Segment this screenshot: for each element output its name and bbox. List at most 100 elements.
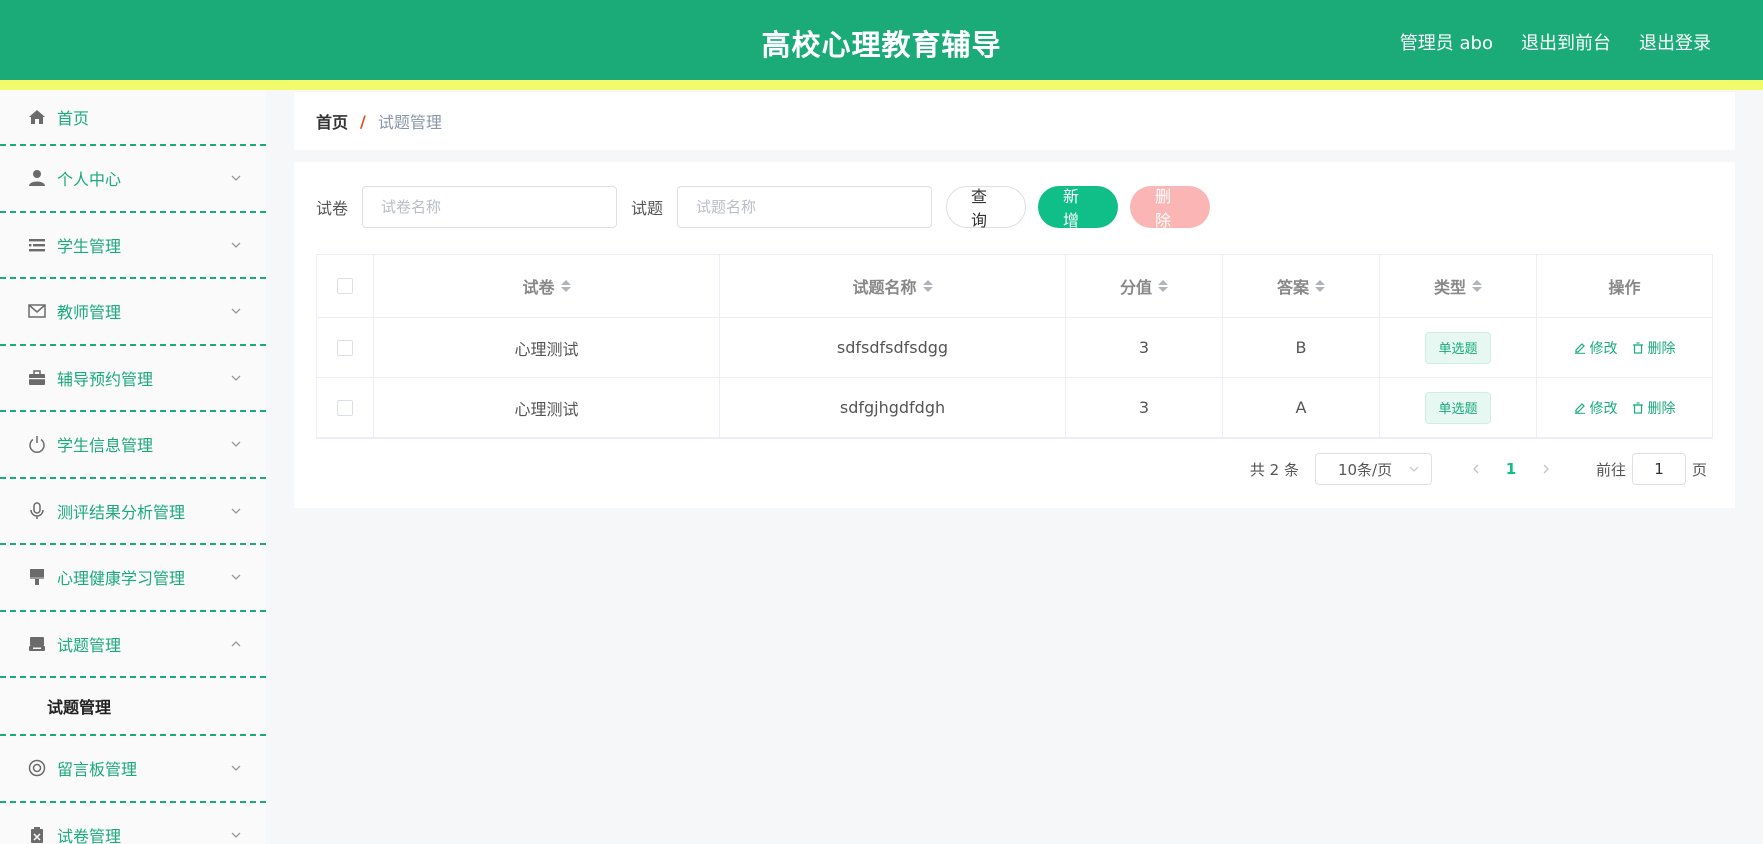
sidebar-item-teacher-management[interactable]: 教师管理 [0,279,266,346]
table-header-row: 试卷 试题名称 分值 答案 类型 操作 [317,255,1712,318]
sidebar-item-label: 首页 [57,109,90,128]
next-page-button[interactable] [1528,464,1564,474]
header-accent-stripe [0,80,1763,90]
paper-label: 试卷 [316,199,349,218]
logout-link[interactable]: 退出登录 [1639,29,1711,55]
list-icon [27,235,47,255]
row-checkbox[interactable] [337,399,353,416]
cell-answer: A [1223,378,1380,437]
cell-score: 3 [1066,318,1223,377]
page-size-select[interactable]: 10条/页 [1314,453,1432,485]
table-row: 心理测试 sdfgjhgdfdgh 3 A 单选题 修改 删除 [317,378,1712,438]
sidebar-item-mental-health-learning[interactable]: 心理健康学习管理 [0,545,266,612]
mail-icon [27,301,47,321]
cell-paper: 心理测试 [374,378,720,437]
sidebar-item-student-management[interactable]: 学生管理 [0,213,266,279]
sort-icon [1315,280,1325,292]
type-tag: 单选题 [1425,331,1491,364]
clipboard-icon [27,825,47,844]
question-label: 试题 [631,199,664,218]
sidebar-item-label: 教师管理 [57,303,122,323]
page-suffix: 页 [1691,460,1707,479]
chevron-down-icon [231,175,241,182]
add-button[interactable]: 新增 [1038,186,1119,230]
breadcrumb-current: 试题管理 [377,113,442,132]
chevron-down-icon [231,765,241,772]
power-icon [27,434,47,454]
edit-icon [1574,342,1585,354]
chevron-down-icon [231,574,241,581]
sidebar-item-counseling-appointment[interactable]: 辅导预约管理 [0,346,266,412]
column-header-question[interactable]: 试题名称 [720,255,1066,317]
chevron-up-icon [231,640,241,647]
column-header-paper[interactable]: 试卷 [374,255,720,317]
content-card: 试卷 试题 查询 新增 删除 试卷 试题名称 分值 答案 类型 操作 心理测试 … [294,162,1735,508]
chevron-down-icon [231,508,241,514]
home-icon [27,107,47,127]
lifebuoy-icon [27,758,47,778]
sort-icon [560,280,571,292]
cell-paper: 心理测试 [374,318,720,377]
total-count: 共 2 条 [1249,460,1299,479]
edit-button[interactable]: 修改 [1574,398,1618,418]
edit-icon [1574,402,1585,414]
sidebar-item-label: 测评结果分析管理 [57,502,186,522]
sidebar-item-personal-center[interactable]: 个人中心 [0,146,266,213]
sidebar-item-message-board[interactable]: 留言板管理 [0,736,266,803]
delete-button[interactable]: 删除 [1632,398,1676,418]
top-header: 高校心理教育辅导 管理员 abo 退出到前台 退出登录 [0,0,1763,80]
briefcase-icon [27,368,47,388]
column-header-score[interactable]: 分值 [1066,255,1223,317]
sidebar-item-label: 心理健康学习管理 [57,569,186,589]
table-row: 心理测试 sdfsdfsdfsdgg 3 B 单选题 修改 删除 [317,318,1712,378]
goto-label: 前往 [1595,460,1626,479]
sidebar-item-question-management[interactable]: 试题管理 [0,612,266,678]
column-header-type[interactable]: 类型 [1380,255,1537,317]
user-icon [27,168,47,188]
delete-button[interactable]: 删除 [1632,338,1676,358]
chevron-down-icon [231,441,241,448]
microphone-icon [27,501,47,521]
trash-icon [1632,401,1643,414]
sidebar-item-assessment-analysis[interactable]: 测评结果分析管理 [0,479,266,545]
submenu-item-question-management[interactable]: 试题管理 [0,678,266,736]
sidebar-item-paper-management[interactable]: 试卷管理 [0,803,266,844]
paper-name-input[interactable] [362,186,618,228]
inbox-icon [27,634,47,654]
chevron-down-icon [1409,466,1419,472]
exit-to-frontend-link[interactable]: 退出到前台 [1521,29,1611,55]
goto-page: 前往 页 [1596,453,1707,485]
paint-brush-icon [27,567,47,587]
sidebar-item-student-info[interactable]: 学生信息管理 [0,412,266,479]
goto-page-input[interactable] [1631,453,1686,485]
sidebar-item-label: 留言板管理 [57,760,138,780]
sidebar-item-label: 试卷管理 [57,826,122,844]
chevron-left-icon [1473,464,1479,474]
page-number[interactable]: 1 [1494,460,1528,478]
breadcrumb-home[interactable]: 首页 [316,109,348,133]
prev-page-button[interactable] [1458,464,1494,474]
sidebar-item-label: 学生信息管理 [57,436,154,456]
question-table: 试卷 试题名称 分值 答案 类型 操作 心理测试 sdfsdfsdfsdgg 3… [316,254,1713,439]
sidebar-item-label: 辅导预约管理 [57,369,154,389]
query-button[interactable]: 查询 [946,186,1027,230]
select-all-checkbox[interactable] [337,278,353,294]
admin-user-label[interactable]: 管理员 abo [1400,29,1493,55]
column-header-actions: 操作 [1608,278,1641,297]
row-checkbox[interactable] [337,339,353,356]
edit-button[interactable]: 修改 [1574,338,1618,358]
chevron-down-icon [231,832,241,838]
trash-icon [1632,341,1643,354]
breadcrumb-separator: / [360,111,366,131]
column-header-answer[interactable]: 答案 [1223,255,1380,317]
search-bar: 试卷 试题 查询 新增 删除 [316,186,1222,230]
sidebar-item-label: 个人中心 [57,170,122,190]
sort-icon [1158,280,1168,292]
chevron-right-icon [1543,464,1549,474]
sidebar-item-home[interactable]: 首页 [0,90,266,146]
batch-delete-button[interactable]: 删除 [1130,186,1211,230]
question-name-input[interactable] [677,186,933,228]
sidebar-item-label: 试题管理 [57,635,122,655]
chevron-down-icon [231,375,241,381]
sidebar-item-label: 学生管理 [57,236,122,256]
